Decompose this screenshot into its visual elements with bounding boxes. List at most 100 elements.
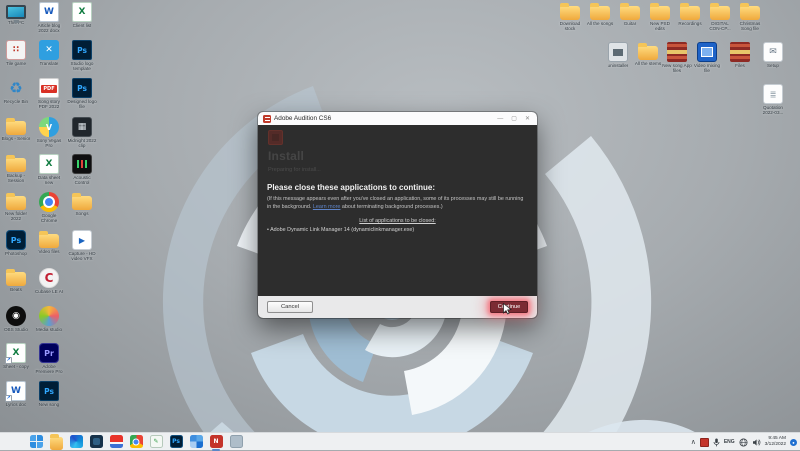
desktop-icon[interactable]: CCubase LE AI <box>34 268 64 294</box>
desktop-icon[interactable]: DIGITAL CON-CP... <box>705 2 735 32</box>
desktop-icon[interactable]: Video mixing file <box>692 42 722 74</box>
desktop-icon-label: Christmas Song file <box>735 21 765 32</box>
desktop-icon[interactable]: VSony Vegas Pro <box>34 117 64 149</box>
desktop-icon[interactable]: ▦Midnight 2022 clip <box>67 117 97 149</box>
desktop-icon[interactable]: XSheet - copy <box>1 343 31 369</box>
tray-chevron-up-icon[interactable]: ∧ <box>691 439 696 446</box>
close-icon[interactable]: ✕ <box>525 116 530 122</box>
desktop-icon[interactable]: PsStudio logo template <box>67 40 97 72</box>
desktop-icon[interactable]: Song story PDF 2022 <box>34 78 64 110</box>
photoapp-icon <box>90 435 103 448</box>
desktop-icon[interactable]: All the songs <box>585 2 615 26</box>
desktop-icon[interactable]: WLyrics doc <box>1 381 31 407</box>
taskbar-photoshop[interactable]: Ps <box>168 434 184 450</box>
folder-icon <box>6 158 26 172</box>
taskbar: ✎Ps N ∧ ENG 9:45 AM 3/12/2022 <box>0 432 800 450</box>
desktop-icon[interactable]: Video files <box>34 230 64 254</box>
desktop-icon-label: New PSD edits <box>645 21 675 32</box>
edge-icon <box>70 435 83 448</box>
maximize-icon[interactable]: ▢ <box>511 116 517 122</box>
notification-badge[interactable]: ● <box>790 439 797 446</box>
dialog-titlebar[interactable]: Adobe Audition CS6 — ▢ ✕ <box>258 112 537 125</box>
desktop-icon[interactable]: PsDesigned logo file <box>67 78 97 110</box>
taskbar-photos-app[interactable] <box>88 434 104 450</box>
folder-icon <box>560 6 580 20</box>
desktop-icon[interactable]: PsPhotoshop <box>1 230 31 256</box>
language-indicator[interactable]: ENG <box>724 439 735 445</box>
desktop-icon[interactable]: ✉Setup <box>758 42 788 68</box>
desktop-icon[interactable]: Google Chrome <box>34 192 64 224</box>
desktop-icon[interactable]: PrAdobe Premiere Pro <box>34 343 64 375</box>
desktop-icon[interactable]: uninstaller <box>603 42 633 68</box>
desktop-icon[interactable]: ♻Recycle Bin <box>1 78 31 104</box>
app-list-title: List of applications to be closed: <box>267 218 528 224</box>
desktop-icon-label: Media studio <box>36 327 62 332</box>
desktop-icon-label: Data sheet new <box>34 175 64 186</box>
rar-icon <box>730 42 750 62</box>
desktop-icon[interactable]: PsNew song <box>34 381 64 407</box>
desktop-icon-label: Lyrics doc <box>6 402 27 407</box>
taskbar-media-app[interactable] <box>108 434 124 450</box>
adobe-install-logo-icon <box>268 130 283 145</box>
bluex-icon: ✕ <box>39 40 59 60</box>
psd-icon: Ps <box>72 78 92 98</box>
desktop-icon[interactable]: ∷Tile game <box>1 40 31 66</box>
desktop-icon-label: Article blog 2022 docx <box>34 23 64 34</box>
taskbar-file-explorer[interactable] <box>48 434 64 450</box>
desktop-icon[interactable]: All the stems <box>633 42 663 66</box>
folder-icon <box>620 6 640 20</box>
desktop-icon[interactable]: Guitar <box>615 2 645 26</box>
learn-more-link[interactable]: Learn more <box>313 204 341 210</box>
rar-icon <box>667 42 687 62</box>
desktop-icon-label: Designed logo file <box>67 99 97 110</box>
desktop-icon-label: Recordings <box>678 21 701 26</box>
desktop-icon[interactable]: WArticle blog 2022 docx <box>34 2 64 34</box>
folder-icon <box>590 6 610 20</box>
desktop-icon[interactable]: XData sheet new <box>34 154 64 186</box>
taskbar-edge[interactable] <box>68 434 84 450</box>
desktop-icon[interactable]: Media studio <box>34 306 64 332</box>
desktop-icon[interactable]: Backup - Session <box>1 154 31 184</box>
desktop-icon[interactable]: New song App files <box>662 42 692 74</box>
desktop-icon[interactable]: ◉OBS Studio <box>1 306 31 332</box>
desktop-icon[interactable]: ▶Capture - HD video VFX <box>67 230 97 262</box>
cancel-button[interactable]: Cancel <box>267 301 313 313</box>
taskbar-office-grid[interactable] <box>188 434 204 450</box>
microphone-icon[interactable] <box>713 438 720 447</box>
desktop-icon[interactable]: Songs <box>67 192 97 216</box>
desktop-icon[interactable]: New PSD edits <box>645 2 675 32</box>
folder-icon <box>6 272 26 286</box>
folder-icon <box>72 196 92 210</box>
taskbar-adobe-installer[interactable]: N <box>208 434 224 450</box>
taskbar-start[interactable] <box>28 434 44 450</box>
taskbar-notepad-app[interactable]: ✎ <box>148 434 164 450</box>
desktop-icon[interactable]: Files <box>725 42 755 68</box>
docic-icon: ≣ <box>763 84 783 104</box>
desktop-icon[interactable]: Recordings <box>675 2 705 26</box>
desktop-icon[interactable]: New folder 2022 <box>1 192 31 222</box>
speaker-icon[interactable] <box>752 438 761 447</box>
dialog-body: Install Preparing for install... Please … <box>258 125 537 296</box>
taskbar-chrome[interactable] <box>128 434 144 450</box>
desktop-icon[interactable]: Blogs - Senior <box>1 117 31 141</box>
dialog-footer: Cancel Continue <box>258 296 537 318</box>
psd-icon: Ps <box>39 381 59 401</box>
desktop-icon-label: Photoshop <box>5 251 27 256</box>
desktop-icon[interactable]: ≣Quotation 2022-03... <box>758 84 788 116</box>
desktop-icon[interactable]: Beats <box>1 268 31 292</box>
taskbar-utility-app[interactable] <box>228 434 244 450</box>
minimize-icon[interactable]: — <box>497 116 503 122</box>
desktop-icon[interactable]: Download stock <box>555 2 585 32</box>
desktop-icon[interactable]: Acoustic Control <box>67 154 97 186</box>
desktop-icon[interactable]: This PC <box>1 2 31 25</box>
network-globe-icon[interactable] <box>739 438 748 447</box>
folder-icon <box>39 234 59 248</box>
tray-installer-icon[interactable] <box>700 438 709 447</box>
desktop-icon[interactable]: ✕Translate <box>34 40 64 66</box>
adobe-app-icon <box>263 115 271 123</box>
obs-icon: ◉ <box>6 306 26 326</box>
desktop-icon[interactable]: XClient list <box>67 2 97 28</box>
desktop-icon[interactable]: Christmas Song file <box>735 2 765 32</box>
clock[interactable]: 9:45 AM 3/12/2022 <box>765 436 786 448</box>
install-subheading: Preparing for install... <box>268 167 321 173</box>
